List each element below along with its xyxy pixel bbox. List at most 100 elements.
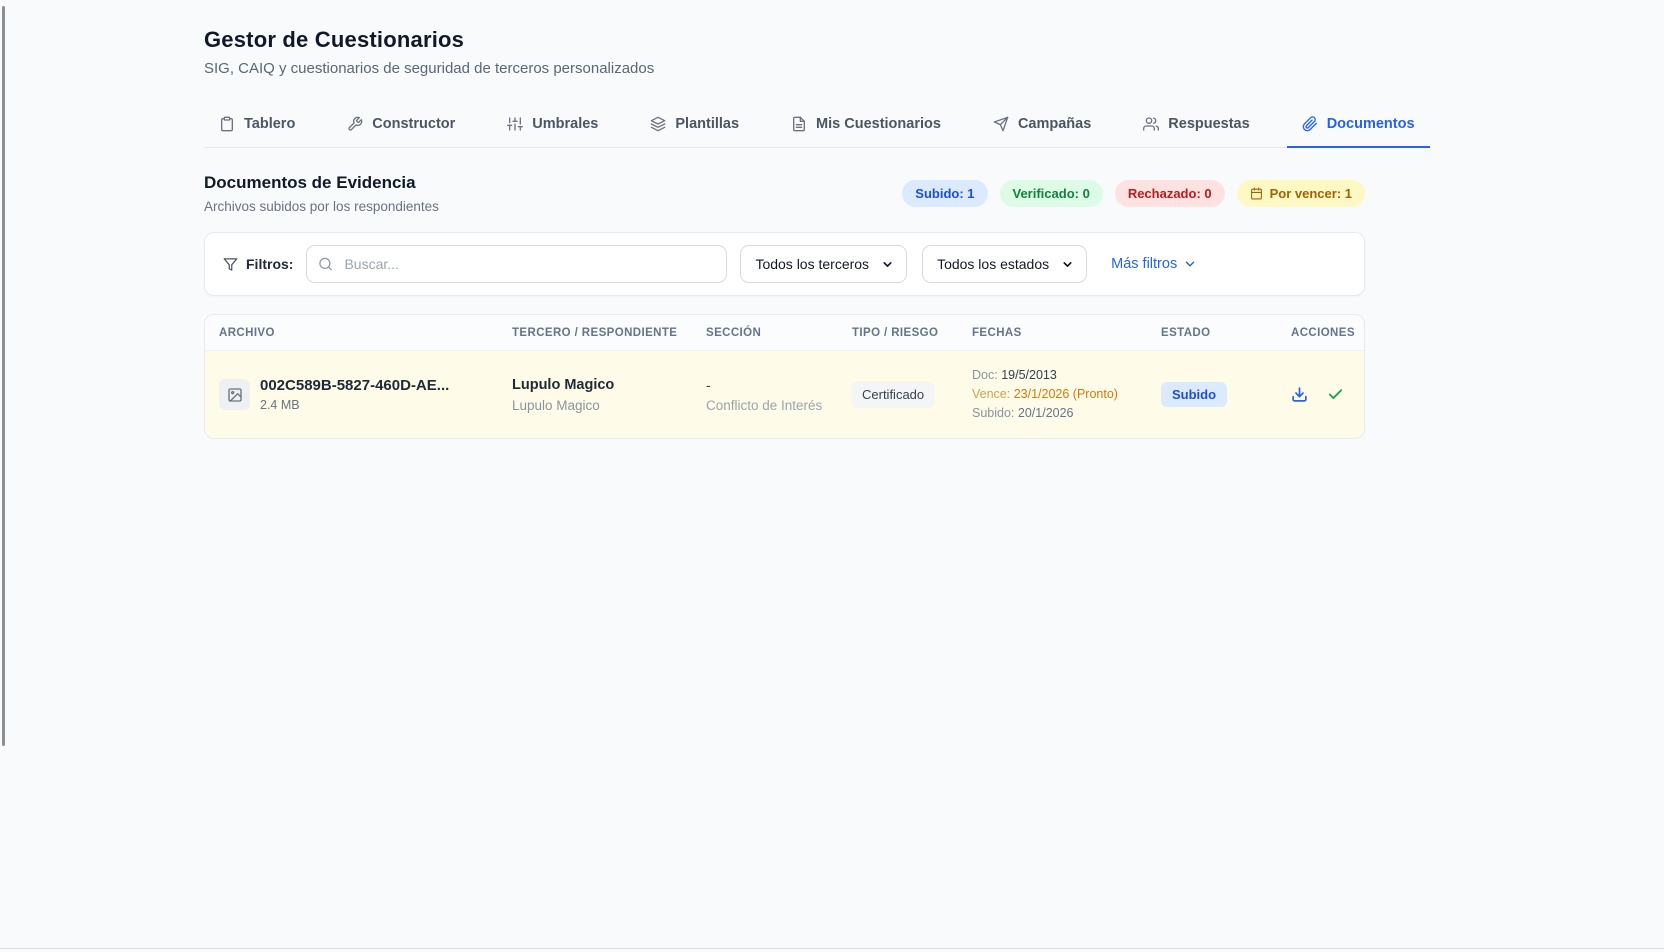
more-filters-link[interactable]: Más filtros	[1111, 256, 1197, 272]
cell-estado: Subido	[1161, 382, 1291, 407]
documents-table: Archivo Tercero / Respondiente Sección T…	[204, 314, 1365, 439]
tipo-badge: Certificado	[852, 382, 934, 407]
window-left-scroll-edge	[2, 6, 5, 746]
section-header: Documentos de Evidencia Archivos subidos…	[204, 173, 1365, 214]
tab-label: Tablero	[244, 116, 295, 132]
estado-select[interactable]: Todos los estados	[922, 245, 1087, 283]
cell-tercero: Lupulo Magico Lupulo Magico	[512, 377, 706, 413]
status-badge: Subido	[1161, 382, 1227, 407]
tab-plantillas[interactable]: Plantillas	[635, 102, 754, 148]
tab-label: Mis Cuestionarios	[816, 116, 941, 132]
clipboard-icon	[219, 116, 235, 132]
tab-constructor[interactable]: Constructor	[332, 102, 470, 148]
file-name: 002C589B-5827-460D-AE...	[260, 377, 449, 394]
col-fechas: Fechas	[972, 327, 1161, 339]
fecha-subido-label: Subido:	[972, 406, 1014, 420]
tab-label: Plantillas	[675, 116, 739, 132]
page-title: Gestor de Cuestionarios	[204, 27, 1365, 53]
send-icon	[993, 116, 1009, 132]
badge-verificado: Verificado: 0	[1000, 180, 1103, 207]
col-estado: Estado	[1161, 327, 1291, 339]
filters-label-text: Filtros:	[246, 256, 293, 272]
col-archivo: Archivo	[219, 327, 512, 339]
fecha-subido-value: 20/1/2026	[1018, 406, 1074, 420]
fecha-subido-line: Subido: 20/1/2026	[972, 404, 1161, 423]
funnel-icon	[223, 257, 238, 272]
table-row[interactable]: 002C589B-5827-460D-AE... 2.4 MB Lupulo M…	[205, 351, 1364, 438]
fecha-doc-line: Doc: 19/5/2013	[972, 366, 1161, 385]
download-button[interactable]	[1291, 386, 1308, 403]
chevron-down-icon	[1061, 258, 1074, 271]
tab-campanas[interactable]: Campañas	[978, 102, 1106, 148]
badge-subido: Subido: 1	[902, 180, 987, 207]
tab-label: Documentos	[1327, 116, 1415, 132]
col-acciones: Acciones	[1291, 327, 1355, 339]
tercero-select-value: Todos los terceros	[755, 256, 869, 272]
file-size: 2.4 MB	[260, 398, 449, 412]
cell-seccion: - Conflicto de Interés	[706, 377, 852, 413]
col-tercero-respondiente: Tercero / Respondiente	[512, 327, 706, 339]
wrench-icon	[347, 116, 363, 132]
section-title: Documentos de Evidencia	[204, 173, 439, 193]
fecha-vence-line: Vence: 23/1/2026 (Pronto)	[972, 385, 1161, 404]
tab-respuestas[interactable]: Respuestas	[1128, 102, 1264, 148]
section-title-block: Documentos de Evidencia Archivos subidos…	[204, 173, 439, 214]
badge-rechazado: Rechazado: 0	[1115, 180, 1225, 207]
tab-label: Umbrales	[532, 116, 598, 132]
search-icon	[318, 257, 333, 272]
tab-tablero[interactable]: Tablero	[204, 102, 310, 148]
search-wrap	[306, 245, 727, 283]
status-summary-badges: Subido: 1 Verificado: 0 Rechazado: 0 Por…	[902, 180, 1365, 207]
sliders-icon	[507, 116, 523, 132]
tercero-name: Lupulo Magico	[512, 377, 706, 393]
tercero-select[interactable]: Todos los terceros	[740, 245, 907, 283]
tab-label: Constructor	[372, 116, 455, 132]
cell-acciones	[1291, 386, 1365, 403]
col-seccion: Sección	[706, 327, 852, 339]
tab-mis-cuestionarios[interactable]: Mis Cuestionarios	[776, 102, 956, 148]
page-header: Gestor de Cuestionarios SIG, CAIQ y cues…	[204, 0, 1365, 77]
download-icon	[1291, 386, 1308, 403]
fecha-doc-value: 19/5/2013	[1001, 368, 1057, 382]
file-info: 002C589B-5827-460D-AE... 2.4 MB	[260, 377, 449, 412]
section-subtitle: Archivos subidos por los respondientes	[204, 199, 439, 214]
main-content: Gestor de Cuestionarios SIG, CAIQ y cues…	[204, 0, 1365, 439]
cell-fechas: Doc: 19/5/2013 Vence: 23/1/2026 (Pronto)…	[972, 366, 1161, 423]
reject-button[interactable]	[1363, 386, 1365, 403]
more-filters-label: Más filtros	[1111, 256, 1177, 272]
col-tipo-riesgo: Tipo / Riesgo	[852, 327, 972, 339]
image-icon	[227, 387, 243, 403]
filters-panel: Filtros: Todos los terceros Todos los es…	[204, 232, 1365, 296]
fecha-vence-value: 23/1/2026 (Pronto)	[1014, 387, 1118, 401]
cell-tipo-riesgo: Certificado	[852, 382, 972, 407]
verify-button[interactable]	[1327, 386, 1344, 403]
check-icon	[1327, 386, 1344, 403]
seccion-detalle: Conflicto de Interés	[706, 398, 852, 413]
window-bottom-divider	[0, 948, 1664, 949]
chevron-down-icon	[881, 258, 894, 271]
badge-por-vencer: Por vencer: 1	[1237, 180, 1365, 207]
file-thumbnail	[219, 379, 250, 410]
seccion-value: -	[706, 377, 852, 393]
fecha-vence-label: Vence:	[972, 387, 1010, 401]
estado-select-value: Todos los estados	[937, 256, 1049, 272]
tab-documentos[interactable]: Documentos	[1287, 102, 1430, 148]
search-input[interactable]	[306, 245, 727, 283]
chevron-down-icon	[1183, 257, 1197, 271]
users-icon	[1143, 116, 1159, 132]
calendar-icon	[1250, 187, 1263, 200]
cell-archivo: 002C589B-5827-460D-AE... 2.4 MB	[219, 377, 512, 412]
tab-bar: Tablero Constructor Umbrales Plantillas …	[204, 102, 1365, 148]
tab-umbrales[interactable]: Umbrales	[492, 102, 613, 148]
x-icon	[1363, 386, 1365, 403]
filters-label: Filtros:	[223, 256, 293, 272]
tab-label: Campañas	[1018, 116, 1091, 132]
page-subtitle: SIG, CAIQ y cuestionarios de seguridad d…	[204, 60, 1365, 77]
fecha-doc-label: Doc:	[972, 368, 998, 382]
file-text-icon	[791, 116, 807, 132]
layers-icon	[650, 116, 666, 132]
paperclip-icon	[1302, 116, 1318, 132]
respondiente-name: Lupulo Magico	[512, 398, 706, 413]
badge-por-vencer-label: Por vencer: 1	[1270, 186, 1352, 201]
tab-label: Respuestas	[1168, 116, 1249, 132]
